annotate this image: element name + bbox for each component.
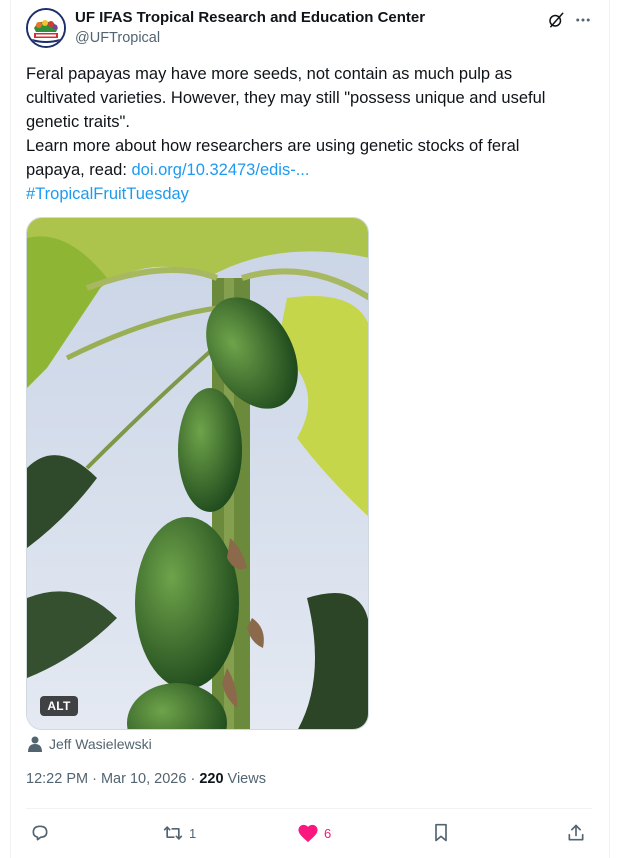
bookmark-button[interactable]: [432, 820, 455, 846]
tweet-header: UF IFAS Tropical Research and Education …: [26, 4, 594, 52]
tweet-text-line: genetic traits".: [26, 113, 130, 131]
retweet-count: 1: [189, 825, 197, 841]
author-name[interactable]: UF IFAS Tropical Research and Education …: [75, 9, 425, 26]
avatar-logo: [28, 10, 64, 46]
tweet-text-line: cultivated varieties. However, they may …: [26, 89, 546, 107]
divider: [26, 808, 592, 809]
tweet-text-line-with-link: papaya, read: doi.org/10.32473/edis-...: [26, 158, 594, 182]
like-button[interactable]: 6: [297, 820, 331, 846]
views-count: 220: [199, 771, 224, 787]
avatar[interactable]: [26, 8, 66, 48]
alt-badge[interactable]: ALT: [40, 696, 78, 716]
author-handle[interactable]: @UFTropical: [75, 30, 160, 46]
action-bar: 1 6: [26, 820, 592, 846]
share-icon: [568, 824, 584, 841]
papaya-photo: [27, 218, 368, 729]
retweet-icon: [163, 826, 183, 840]
tweet-text-line: Learn more about how researchers are usi…: [26, 137, 520, 155]
bookmark-icon: [435, 823, 447, 842]
views-label: Views: [223, 771, 266, 787]
meta-separator: ·: [88, 771, 101, 787]
meta-separator: ·: [186, 771, 200, 787]
share-button[interactable]: [566, 820, 586, 846]
grok-icon[interactable]: [545, 9, 567, 31]
retweet-button[interactable]: 1: [162, 820, 196, 846]
reply-button[interactable]: [30, 820, 55, 846]
hashtag-link[interactable]: #TropicalFruitTuesday: [26, 182, 594, 206]
reply-icon: [32, 825, 48, 841]
tweet-date[interactable]: Mar 10, 2026: [101, 771, 186, 787]
tweet-text-line: papaya, read:: [26, 161, 132, 179]
heart-icon: [298, 824, 318, 843]
doi-link[interactable]: doi.org/10.32473/edis-...: [132, 161, 310, 179]
tweet-time[interactable]: 12:22 PM: [26, 771, 88, 787]
photo-credit-name[interactable]: Jeff Wasielewski: [49, 736, 152, 752]
photo-credit: Jeff Wasielewski: [28, 735, 152, 753]
tweet-text-line: Feral papayas may have more seeds, not c…: [26, 65, 513, 83]
tweet-photo[interactable]: [26, 217, 369, 730]
tweet-meta: 12:22 PM · Mar 10, 2026 · 220 Views: [26, 771, 266, 787]
like-count: 6: [324, 825, 332, 841]
tweet-text: Feral papayas may have more seeds, not c…: [26, 62, 594, 206]
person-icon: [28, 736, 42, 752]
more-icon[interactable]: [572, 9, 594, 31]
